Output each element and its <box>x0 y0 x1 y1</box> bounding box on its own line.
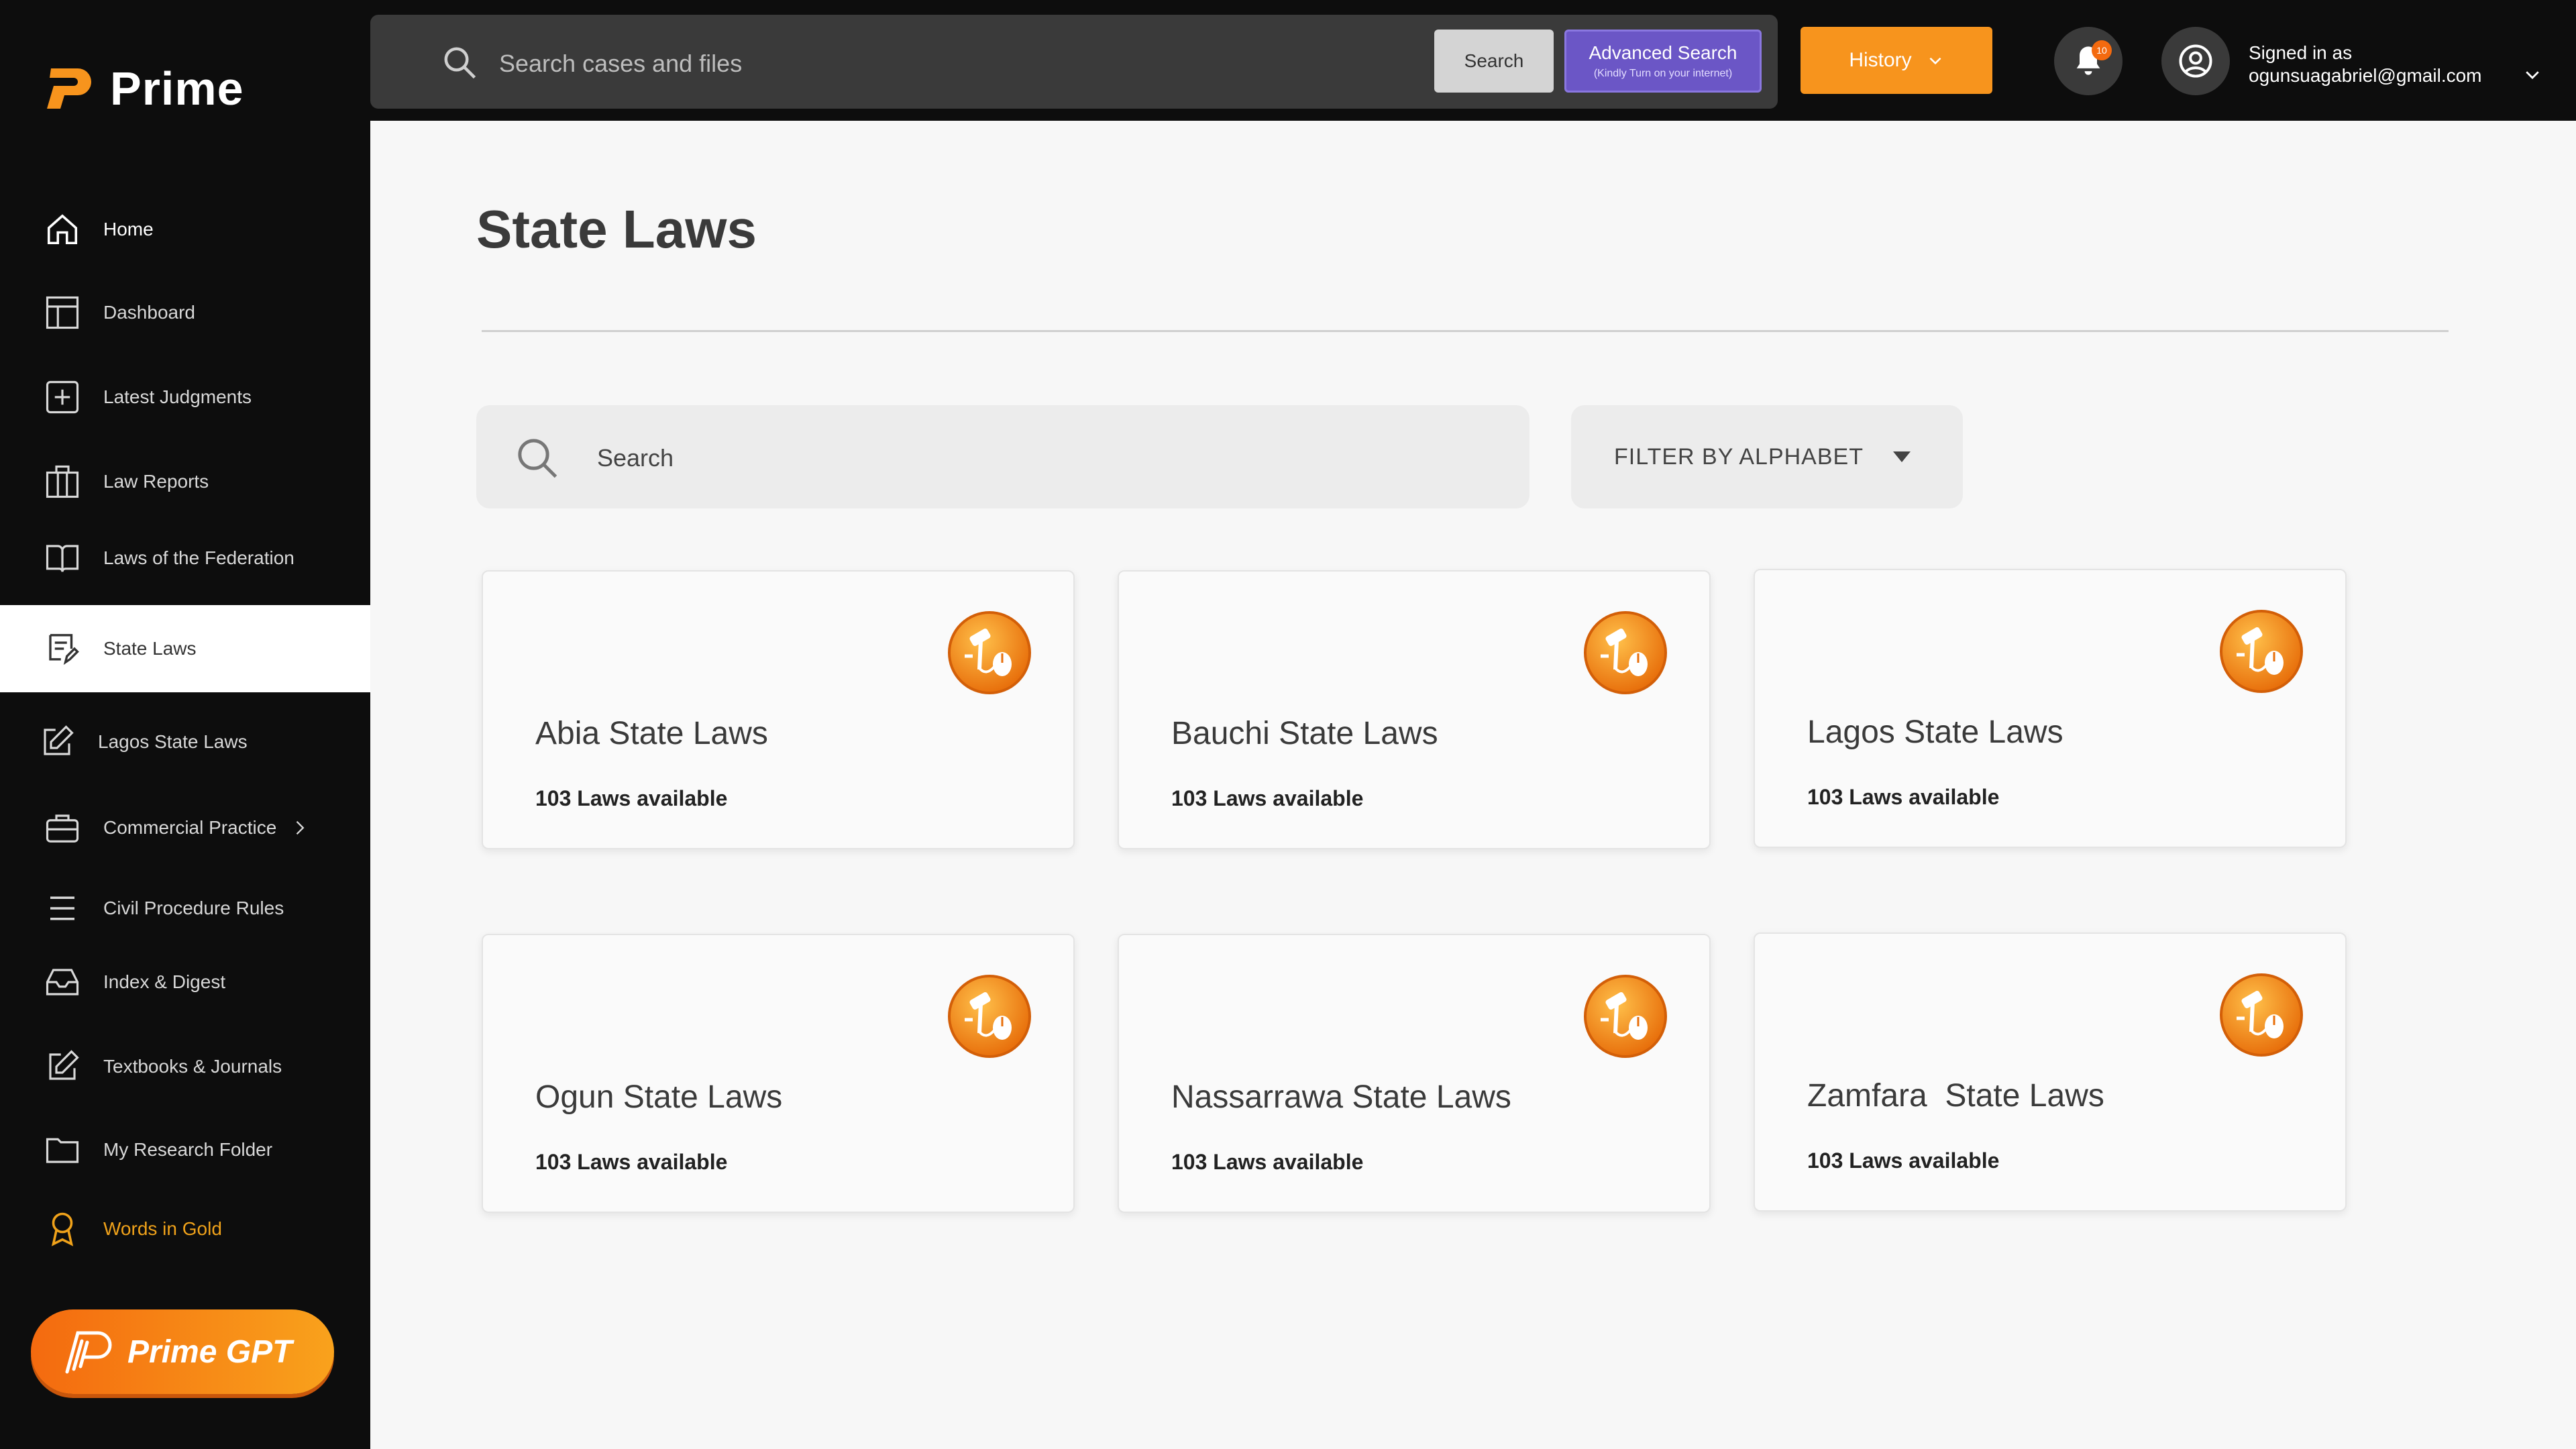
state-card-bauchi[interactable]: Bauchi State Laws 103 Laws available <box>1118 570 1711 849</box>
card-count: 103 Laws available <box>1807 785 2000 809</box>
advanced-search-note: (Kindly Turn on your internet) <box>1593 68 1733 79</box>
sidebar-item-label: Home <box>103 219 154 239</box>
gavel-mouse-icon <box>1584 611 1667 694</box>
card-count: 103 Laws available <box>1171 786 1364 810</box>
edit-icon <box>44 1049 80 1085</box>
sidebar-item-label: Laws of the Federation <box>103 547 294 568</box>
sidebar-item-label: Commercial Practice <box>103 817 277 838</box>
sidebar-item-textbooks-journals[interactable]: Textbooks & Journals <box>0 1025 370 1108</box>
gavel-mouse-icon <box>948 611 1031 694</box>
global-search-input[interactable]: Search cases and files <box>499 50 742 78</box>
user-info[interactable]: Signed in as ogunsuagabriel@gmail.com <box>2249 42 2482 87</box>
sidebar-item-label: Words in Gold <box>103 1218 222 1239</box>
sidebar-item-commercial-practice[interactable]: Commercial Practice <box>0 786 370 869</box>
sidebar-item-home[interactable]: Home <box>0 188 370 271</box>
gavel-mouse-icon <box>2220 973 2303 1057</box>
chevron-down-icon <box>1929 57 1941 65</box>
sidebar-item-words-in-gold[interactable]: Words in Gold <box>0 1187 370 1271</box>
state-card-ogun[interactable]: Ogun State Laws 103 Laws available <box>482 934 1075 1213</box>
briefcase-icon <box>44 810 80 846</box>
sidebar-item-state-laws[interactable]: State Laws <box>0 605 370 692</box>
book-open-icon <box>44 540 80 576</box>
state-laws-search-input[interactable]: Search <box>597 444 674 472</box>
page-title: State Laws <box>476 199 757 259</box>
history-button[interactable]: History <box>1801 27 1992 94</box>
card-count: 103 Laws available <box>535 786 728 810</box>
sidebar-item-label: Latest Judgments <box>103 386 252 407</box>
sidebar-item-dashboard[interactable]: Dashboard <box>0 271 370 354</box>
search-icon <box>518 439 557 478</box>
filter-by-alphabet-dropdown[interactable]: FILTER BY ALPHABET <box>1571 405 1963 508</box>
gavel-mouse-icon <box>948 975 1031 1058</box>
layout-icon <box>44 294 80 331</box>
card-title: Bauchi State Laws <box>1171 716 1438 751</box>
document-edit-icon <box>44 631 80 667</box>
state-card-abia[interactable]: Abia State Laws 103 Laws available <box>482 570 1075 849</box>
caret-down-icon <box>1892 451 1911 462</box>
state-laws-search[interactable]: Search <box>476 405 1529 508</box>
card-title: Zamfara State Laws <box>1807 1078 2104 1114</box>
sidebar-item-label: My Research Folder <box>103 1139 273 1160</box>
card-title: Nassarrawa State Laws <box>1171 1079 1511 1115</box>
sidebar-item-index-digest[interactable]: Index & Digest <box>0 941 370 1024</box>
state-card-zamfara[interactable]: Zamfara State Laws 103 Laws available <box>1754 932 2347 1212</box>
sidebar: Prime Home Dashboard Latest Judgments La… <box>0 0 370 1449</box>
chevron-right-icon <box>296 820 305 835</box>
chevron-down-icon[interactable] <box>2522 64 2542 85</box>
menu-lines-icon <box>44 890 80 926</box>
folder-icon <box>44 1132 80 1168</box>
prime-gpt-logo-icon <box>65 1331 112 1374</box>
advanced-search-label: Advanced Search <box>1589 42 1737 63</box>
topbar: Search cases and files Search Advanced S… <box>370 0 2576 121</box>
state-card-lagos[interactable]: Lagos State Laws 103 Laws available <box>1754 569 2347 848</box>
plus-square-icon <box>44 379 80 415</box>
sidebar-item-label: Law Reports <box>103 471 209 492</box>
sidebar-item-label: Textbooks & Journals <box>103 1056 282 1077</box>
card-count: 103 Laws available <box>1807 1148 2000 1173</box>
card-title: Lagos State Laws <box>1807 714 2063 750</box>
sidebar-item-label: Dashboard <box>103 302 195 323</box>
search-button[interactable]: Search <box>1434 30 1554 93</box>
signed-in-label: Signed in as <box>2249 42 2353 63</box>
user-circle-icon <box>2179 44 2212 78</box>
sidebar-item-label: Civil Procedure Rules <box>103 898 284 918</box>
notifications-button[interactable]: 10 <box>2054 27 2123 95</box>
gavel-mouse-icon <box>1584 975 1667 1058</box>
sidebar-item-latest-judgments[interactable]: Latest Judgments <box>0 356 370 439</box>
home-icon <box>44 211 80 248</box>
sidebar-item-law-reports[interactable]: Law Reports <box>0 440 370 523</box>
filter-label: FILTER BY ALPHABET <box>1614 443 1864 470</box>
user-email: ogunsuagabriel@gmail.com <box>2249 65 2482 86</box>
search-icon <box>444 47 476 79</box>
notification-count-badge: 10 <box>2092 40 2112 60</box>
card-count: 103 Laws available <box>1171 1150 1364 1174</box>
history-label: History <box>1849 49 1912 71</box>
state-card-nassarrawa[interactable]: Nassarrawa State Laws 103 Laws available <box>1118 934 1711 1213</box>
prime-gpt-label: Prime GPT <box>127 1334 292 1370</box>
card-title: Abia State Laws <box>535 716 768 751</box>
gavel-mouse-icon <box>2220 610 2303 693</box>
sidebar-item-my-research-folder[interactable]: My Research Folder <box>0 1108 370 1191</box>
columns-icon <box>44 464 80 500</box>
card-title: Ogun State Laws <box>535 1079 783 1115</box>
sidebar-item-laws-of-the-federation[interactable]: Laws of the Federation <box>0 517 370 600</box>
advanced-search-button[interactable]: Advanced Search (Kindly Turn on your int… <box>1564 30 1762 93</box>
sidebar-item-civil-procedure-rules[interactable]: Civil Procedure Rules <box>0 867 370 950</box>
award-icon <box>44 1211 80 1247</box>
sidebar-item-label: State Laws <box>103 638 197 659</box>
brand-name: Prime <box>110 62 244 115</box>
sidebar-item-label: Index & Digest <box>103 971 226 992</box>
brand-logo[interactable]: Prime <box>44 62 244 115</box>
sidebar-item-label: Lagos State Laws <box>98 731 248 752</box>
user-avatar[interactable] <box>2161 27 2230 95</box>
card-count: 103 Laws available <box>535 1150 728 1174</box>
edit-icon <box>39 724 75 760</box>
prime-logo-icon <box>47 68 91 109</box>
inbox-icon <box>44 964 80 1000</box>
prime-gpt-button[interactable]: Prime GPT <box>31 1309 334 1394</box>
global-search-bar: Search cases and files Search Advanced S… <box>370 15 1778 109</box>
sidebar-item-lagos-state-laws[interactable]: Lagos State Laws <box>0 700 370 784</box>
divider <box>482 330 2449 332</box>
